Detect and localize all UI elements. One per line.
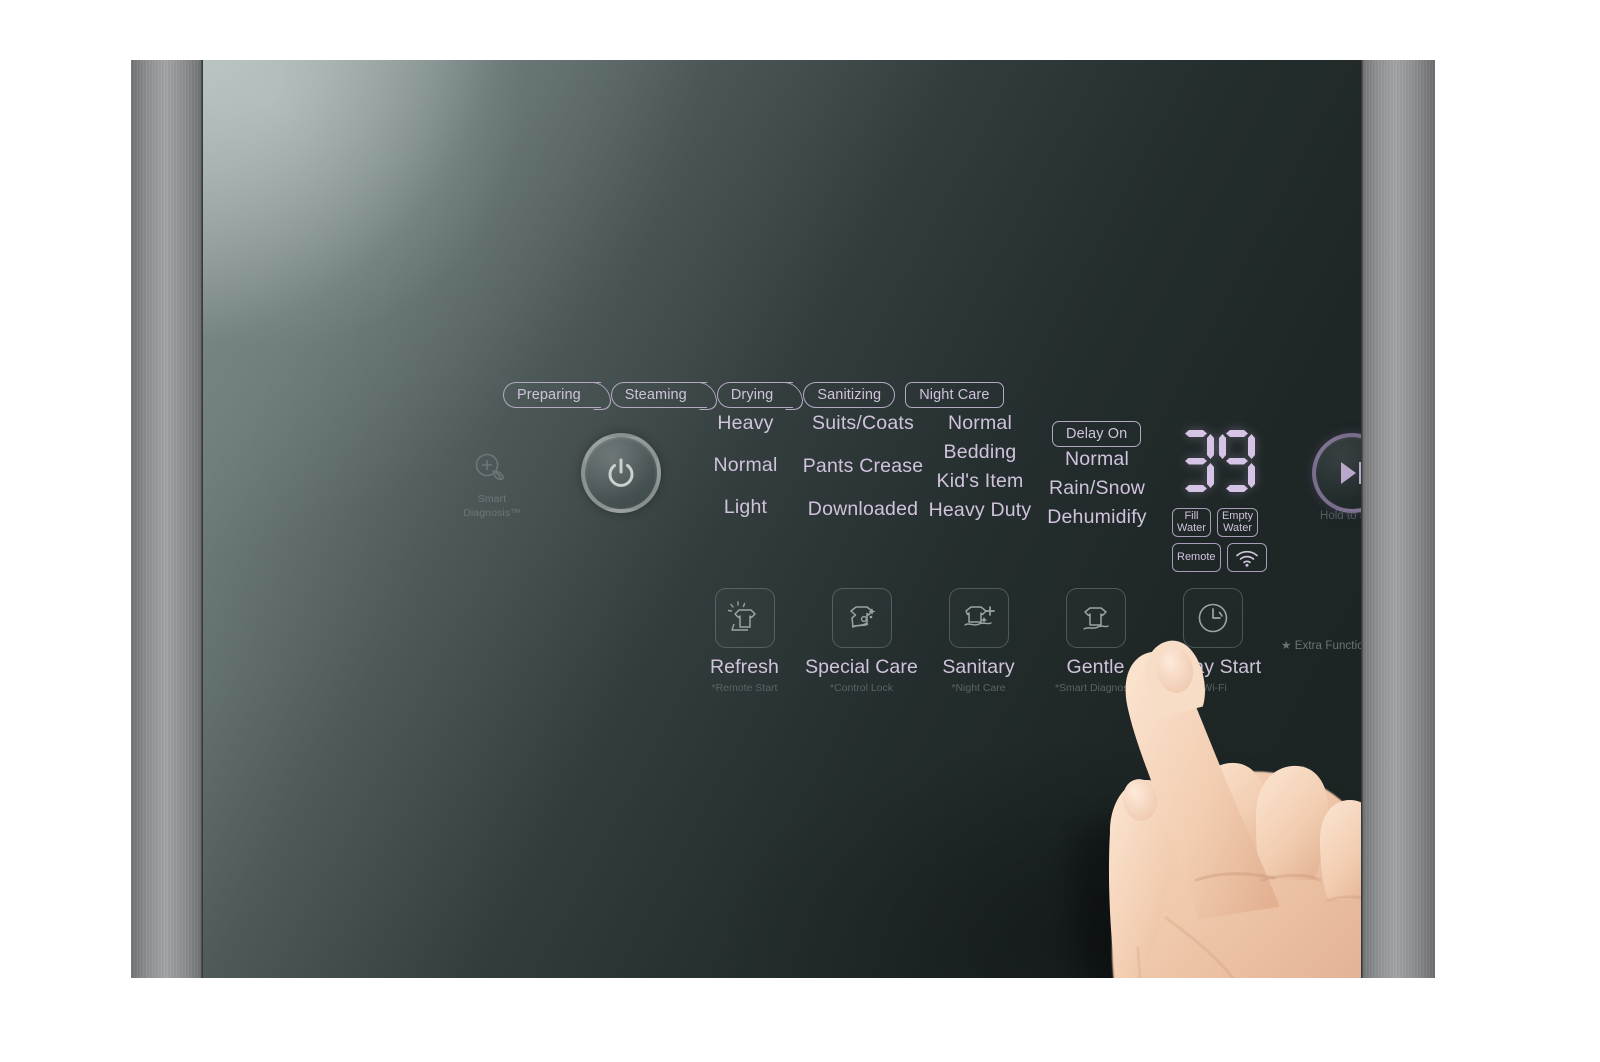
special-care-tile[interactable] [831, 588, 892, 648]
start-pause-button[interactable] [1312, 433, 1361, 513]
indicator-badge-row-1: Fill Water Empty Water [1172, 508, 1267, 537]
segment-b [1248, 434, 1255, 459]
sanitary-tile[interactable] [948, 588, 1009, 648]
display-digit-ones [1219, 430, 1255, 492]
cycle-option-rain-snow[interactable]: Rain/Snow [1033, 477, 1161, 500]
refresh-sub-label: *Remote Start [711, 682, 778, 694]
remote-label: Remote [1177, 550, 1216, 563]
cycle-column-gentle: Normal Rain/Snow Dehumidify [1033, 448, 1161, 535]
delay-start-sub-label: *Wi-Fi [1198, 682, 1227, 694]
play-pause-icon [1341, 462, 1361, 484]
function-button-sanitary[interactable]: Sanitary *Night Care [934, 588, 1023, 694]
cycle-column-sanitary: Normal Bedding Kid's Item Heavy Duty [915, 412, 1045, 528]
status-pill-steaming: Steaming [610, 382, 707, 408]
power-icon [608, 458, 634, 487]
empty-water-indicator: Empty Water [1216, 508, 1259, 537]
empty-water-line-1: Empty [1221, 510, 1254, 522]
function-button-row: Refresh *Remote Start Special Care *Cont… [700, 588, 1261, 694]
refresh-tile[interactable] [714, 588, 775, 648]
refresh-label: Refresh [710, 656, 779, 678]
smart-diagnosis-mark: Smart Diagnosis™ [453, 452, 531, 519]
segment-d [1185, 485, 1207, 492]
segment-a [1185, 430, 1207, 437]
fill-water-indicator: Fill Water [1172, 508, 1211, 537]
delay-start-tile[interactable] [1182, 588, 1243, 648]
hold-to-start-caption: Hold to Start [1320, 510, 1361, 522]
gentle-label: Gentle [1066, 656, 1125, 678]
indicator-badge-row-2: Remote [1172, 543, 1267, 572]
segment-b [1207, 434, 1214, 459]
segment-c [1207, 463, 1214, 488]
wifi-indicator [1226, 543, 1267, 572]
segment-g [1226, 458, 1248, 465]
status-pill-row: Preparing Steaming Drying Sanitizing Nig… [503, 382, 1004, 408]
smart-diagnosis-label-2: Diagnosis™ [463, 507, 521, 519]
status-pill-delay-on: Delay On [1052, 421, 1142, 447]
special-care-shirt-icon [849, 606, 875, 628]
cycle-option-normal[interactable]: Normal [915, 412, 1045, 435]
steel-frame-left [131, 60, 204, 978]
screenshot-root: Smart Diagnosis™ Preparing Steaming Dryi… [0, 0, 1600, 1062]
digital-display [1178, 430, 1255, 492]
function-button-special-care[interactable]: Special Care *Control Lock [805, 588, 918, 694]
smart-diagnosis-icon [475, 453, 504, 481]
fill-water-line-2: Water [1177, 521, 1206, 534]
cycle-option-bedding[interactable]: Bedding [915, 441, 1045, 464]
function-button-delay-start[interactable]: Delay Start *Wi-Fi [1164, 588, 1261, 694]
cycle-option-heavy-duty[interactable]: Heavy Duty [915, 499, 1045, 522]
sanitary-label: Sanitary [942, 656, 1015, 678]
function-button-gentle[interactable]: Gentle *Smart Diagnosis [1051, 588, 1140, 694]
segment-d [1226, 485, 1248, 492]
segment-c [1248, 463, 1255, 488]
gentle-shirt-icon [1082, 607, 1109, 630]
status-pill-sanitizing: Sanitizing [803, 382, 896, 408]
gentle-sub-label: *Smart Diagnosis [1054, 682, 1137, 694]
segment-a [1226, 430, 1248, 437]
sanitary-shirt-icon [963, 606, 995, 626]
cycle-option-kids-item[interactable]: Kid's Item [915, 470, 1045, 493]
indicator-badges: Fill Water Empty Water Remote [1172, 508, 1267, 578]
status-pill-night-care: Night Care [905, 382, 1004, 408]
extra-function-note: ★ Extra Function : Hold 3 seconds [1281, 640, 1361, 652]
empty-water-line-2: Water [1223, 521, 1252, 534]
segment-g [1185, 458, 1207, 465]
control-panel: Smart Diagnosis™ Preparing Steaming Dryi… [203, 60, 1361, 978]
wifi-icon [1235, 550, 1258, 567]
gentle-tile[interactable] [1065, 588, 1126, 648]
smart-diagnosis-label-1: Smart [477, 493, 507, 505]
remote-indicator: Remote [1172, 543, 1221, 572]
segment-f [1219, 434, 1226, 459]
power-button[interactable] [581, 433, 661, 513]
display-digit-tens [1178, 430, 1214, 492]
status-pill-preparing: Preparing [503, 382, 601, 408]
special-care-sub-label: *Control Lock [829, 682, 894, 694]
steel-frame-right [1360, 60, 1435, 978]
delay-start-label: Delay Start [1163, 656, 1262, 678]
status-pill-drying: Drying [716, 382, 794, 408]
cycle-option-normal-gentle[interactable]: Normal [1033, 448, 1161, 471]
fill-water-line-1: Fill [1184, 510, 1199, 522]
function-button-refresh[interactable]: Refresh *Remote Start [700, 588, 789, 694]
clock-icon [1198, 603, 1227, 633]
display-digits [1178, 430, 1255, 492]
special-care-label: Special Care [805, 656, 918, 678]
refresh-shirt-icon [727, 601, 756, 631]
cycle-option-dehumidify[interactable]: Dehumidify [1033, 506, 1161, 529]
sanitary-sub-label: *Night Care [951, 682, 1006, 694]
